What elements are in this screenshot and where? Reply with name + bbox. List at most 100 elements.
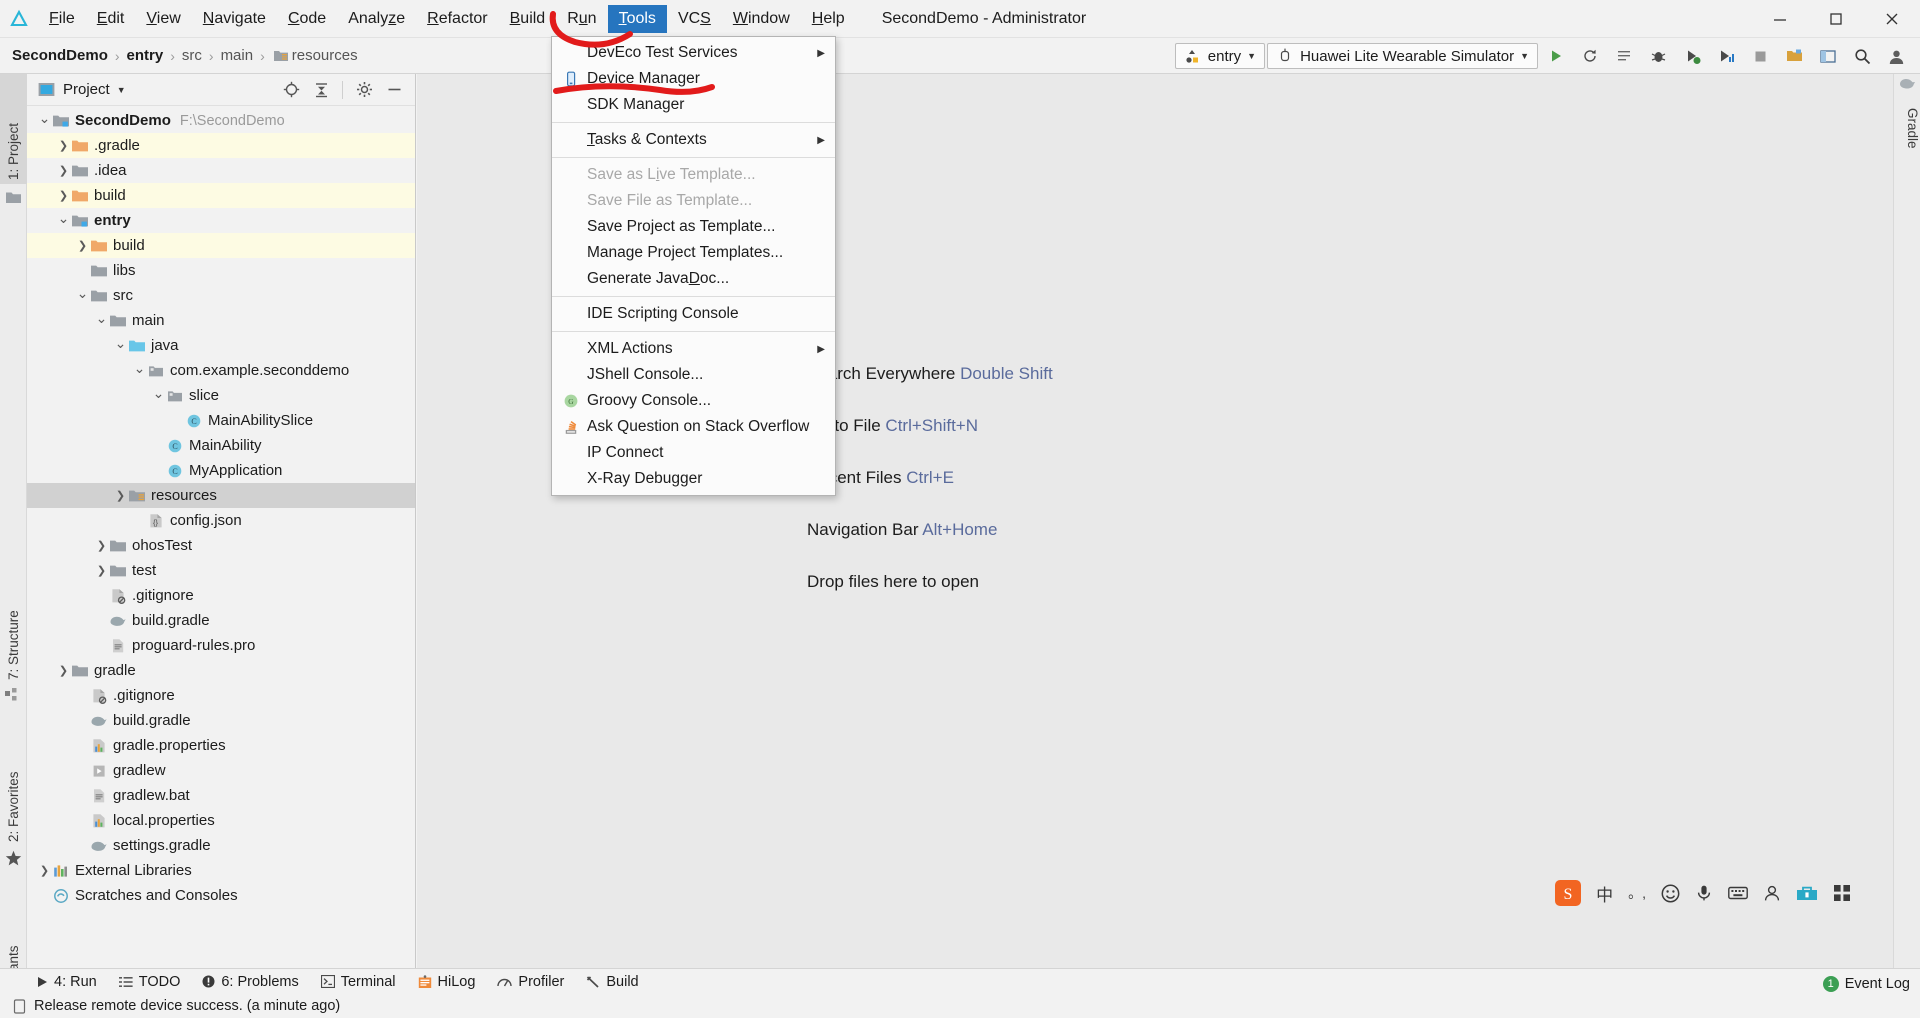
breadcrumb-item-0[interactable]: SecondDemo: [12, 47, 108, 64]
menu-item-jshell-console[interactable]: JShell Console...: [552, 362, 835, 388]
tree-row-config-json[interactable]: {} config.json: [27, 508, 415, 533]
menu-item-save-project-as-template[interactable]: Save Project as Template...: [552, 214, 835, 240]
user-icon[interactable]: [1763, 884, 1781, 902]
chinese-mode-icon[interactable]: 中: [1596, 881, 1613, 906]
tree-row-mainability[interactable]: C MainAbility: [27, 433, 415, 458]
tree-row-build[interactable]: ❯ build: [27, 233, 415, 258]
menu-window[interactable]: Window: [722, 5, 801, 33]
tree-row-gradlew-bat[interactable]: gradlew.bat: [27, 783, 415, 808]
sidebar-tab-structure[interactable]: 7: Structure: [0, 566, 27, 684]
tree-row-com-example-seconddemo[interactable]: ⌄ com.example.seconddemo: [27, 358, 415, 383]
breadcrumb-item-2[interactable]: src: [182, 47, 202, 64]
menu-item-ide-scripting-console[interactable]: IDE Scripting Console: [552, 301, 835, 327]
tree-row-proguard-rules-pro[interactable]: proguard-rules.pro: [27, 633, 415, 658]
menu-tools[interactable]: Tools: [607, 4, 667, 33]
bottom-tab-hilog[interactable]: HiLog: [418, 974, 475, 990]
tree-row-local-properties[interactable]: local.properties: [27, 808, 415, 833]
tree-row-build[interactable]: ❯ build: [27, 183, 415, 208]
tree-row-build-gradle[interactable]: build.gradle: [27, 708, 415, 733]
menu-item-device-manager[interactable]: Device Manager: [552, 66, 835, 92]
tree-row-java[interactable]: ⌄ java: [27, 333, 415, 358]
account-button[interactable]: [1880, 41, 1912, 71]
bottom-tab-terminal[interactable]: Terminal: [320, 974, 396, 990]
menu-item-manage-project-templates[interactable]: Manage Project Templates...: [552, 240, 835, 266]
tree-row-settings-gradle[interactable]: settings.gradle: [27, 833, 415, 858]
rerun-button[interactable]: [1574, 41, 1606, 71]
breadcrumb-item-1[interactable]: entry: [127, 47, 164, 64]
tree-row-ohostest[interactable]: ❯ ohosTest: [27, 533, 415, 558]
menu-item-deveco-test-services[interactable]: DevEco Test Services ▶: [552, 40, 835, 66]
menu-vcs[interactable]: VCS: [667, 5, 722, 33]
tree-row-myapplication[interactable]: C MyApplication: [27, 458, 415, 483]
chevron-right-icon[interactable]: ❯: [56, 663, 71, 678]
project-tree[interactable]: ⌄ SecondDemo F:\SecondDemo ❯ .gradle ❯ .idea ❯ b…: [27, 106, 415, 968]
breadcrumb[interactable]: SecondDemo › entry › src › main › resour…: [0, 47, 358, 65]
tree-row-seconddemo[interactable]: ⌄ SecondDemo F:\SecondDemo: [27, 108, 415, 133]
run-button[interactable]: [1540, 41, 1572, 71]
target-icon[interactable]: [282, 81, 300, 99]
chevron-down-icon[interactable]: ⌄: [37, 110, 52, 126]
chevron-right-icon[interactable]: ❯: [113, 488, 128, 503]
bottom-tab-todo[interactable]: TODO: [118, 974, 180, 990]
tree-row-src[interactable]: ⌄ src: [27, 283, 415, 308]
menu-grid-icon[interactable]: [1833, 884, 1851, 902]
menu-item-tasks-contexts[interactable]: Tasks & Contexts ▶: [552, 127, 835, 153]
tree-row--gitignore[interactable]: .gitignore: [27, 583, 415, 608]
tree-row-slice[interactable]: ⌄ slice: [27, 383, 415, 408]
menu-bar[interactable]: File Edit View Navigate Code Analyze Ref…: [38, 0, 856, 38]
menu-navigate[interactable]: Navigate: [192, 5, 277, 33]
keyboard-icon[interactable]: [1728, 885, 1748, 901]
menu-help[interactable]: Help: [801, 5, 856, 33]
profile-button[interactable]: [1710, 41, 1742, 71]
tree-row-build-gradle[interactable]: build.gradle: [27, 608, 415, 633]
tree-row-gradlew[interactable]: gradlew: [27, 758, 415, 783]
menu-view[interactable]: View: [135, 5, 191, 33]
search-button[interactable]: [1846, 41, 1878, 71]
menu-refactor[interactable]: Refactor: [416, 5, 498, 33]
chevron-right-icon[interactable]: ❯: [56, 138, 71, 153]
tree-row--gitignore[interactable]: .gitignore: [27, 683, 415, 708]
punctuation-icon[interactable]: 。,: [1628, 883, 1646, 903]
tree-row--idea[interactable]: ❯ .idea: [27, 158, 415, 183]
sogou-logo-icon[interactable]: S: [1555, 880, 1582, 906]
microphone-icon[interactable]: [1695, 884, 1713, 902]
project-structure-button[interactable]: [1778, 41, 1810, 71]
menu-file[interactable]: File: [38, 5, 86, 33]
sidebar-tab-project[interactable]: 1: Project: [0, 74, 27, 184]
minus-icon[interactable]: [385, 81, 403, 99]
layout-inspector-button[interactable]: [1812, 41, 1844, 71]
chevron-down-icon[interactable]: ⌄: [56, 210, 71, 226]
breadcrumb-item-4[interactable]: resources: [292, 47, 358, 64]
menu-item-xml-actions[interactable]: XML Actions ▶: [552, 336, 835, 362]
menu-analyze[interactable]: Analyze: [337, 5, 416, 33]
chevron-right-icon[interactable]: ❯: [75, 238, 90, 253]
sidebar-tab-favorites[interactable]: 2: Favorites: [0, 724, 27, 846]
tree-row-external-libraries[interactable]: ❯ External Libraries: [27, 858, 415, 883]
menu-item-generate-javadoc[interactable]: Generate JavaDoc...: [552, 266, 835, 292]
chevron-right-icon[interactable]: ❯: [37, 863, 52, 878]
tree-row-test[interactable]: ❯ test: [27, 558, 415, 583]
stop-button[interactable]: [1744, 41, 1776, 71]
menu-item-groovy-console[interactable]: G Groovy Console...: [552, 388, 835, 414]
tree-row-scratches-and-consoles[interactable]: Scratches and Consoles: [27, 883, 415, 908]
tree-row-entry[interactable]: ⌄ entry: [27, 208, 415, 233]
chevron-down-icon[interactable]: ⌄: [75, 285, 90, 301]
window-controls[interactable]: [1752, 0, 1920, 38]
menu-item-ask-question-on-stack-overflow[interactable]: Ask Question on Stack Overflow: [552, 414, 835, 440]
menu-build[interactable]: Build: [499, 5, 557, 33]
menu-item-sdk-manager[interactable]: SDK Manager: [552, 92, 835, 118]
module-selector[interactable]: entry ▼: [1174, 43, 1266, 69]
minimize-icon[interactable]: [1752, 0, 1808, 38]
bottom-tab-profiler[interactable]: Profiler: [497, 974, 564, 990]
menu-item-x-ray-debugger[interactable]: X-Ray Debugger: [552, 466, 835, 492]
chevron-down-icon[interactable]: ▼: [117, 85, 126, 95]
emoji-icon[interactable]: [1661, 884, 1680, 903]
chevron-down-icon[interactable]: ⌄: [151, 385, 166, 401]
close-icon[interactable]: [1864, 0, 1920, 38]
gear-icon[interactable]: [355, 81, 373, 99]
tree-row-main[interactable]: ⌄ main: [27, 308, 415, 333]
tools-dropdown-menu[interactable]: DevEco Test Services ▶ Device Manager SDK M…: [551, 36, 836, 496]
bottom-tab-problems[interactable]: 6: Problems: [202, 974, 299, 990]
bottom-tab-run[interactable]: 4: Run: [36, 974, 97, 990]
collapse-all-icon[interactable]: [312, 81, 330, 99]
